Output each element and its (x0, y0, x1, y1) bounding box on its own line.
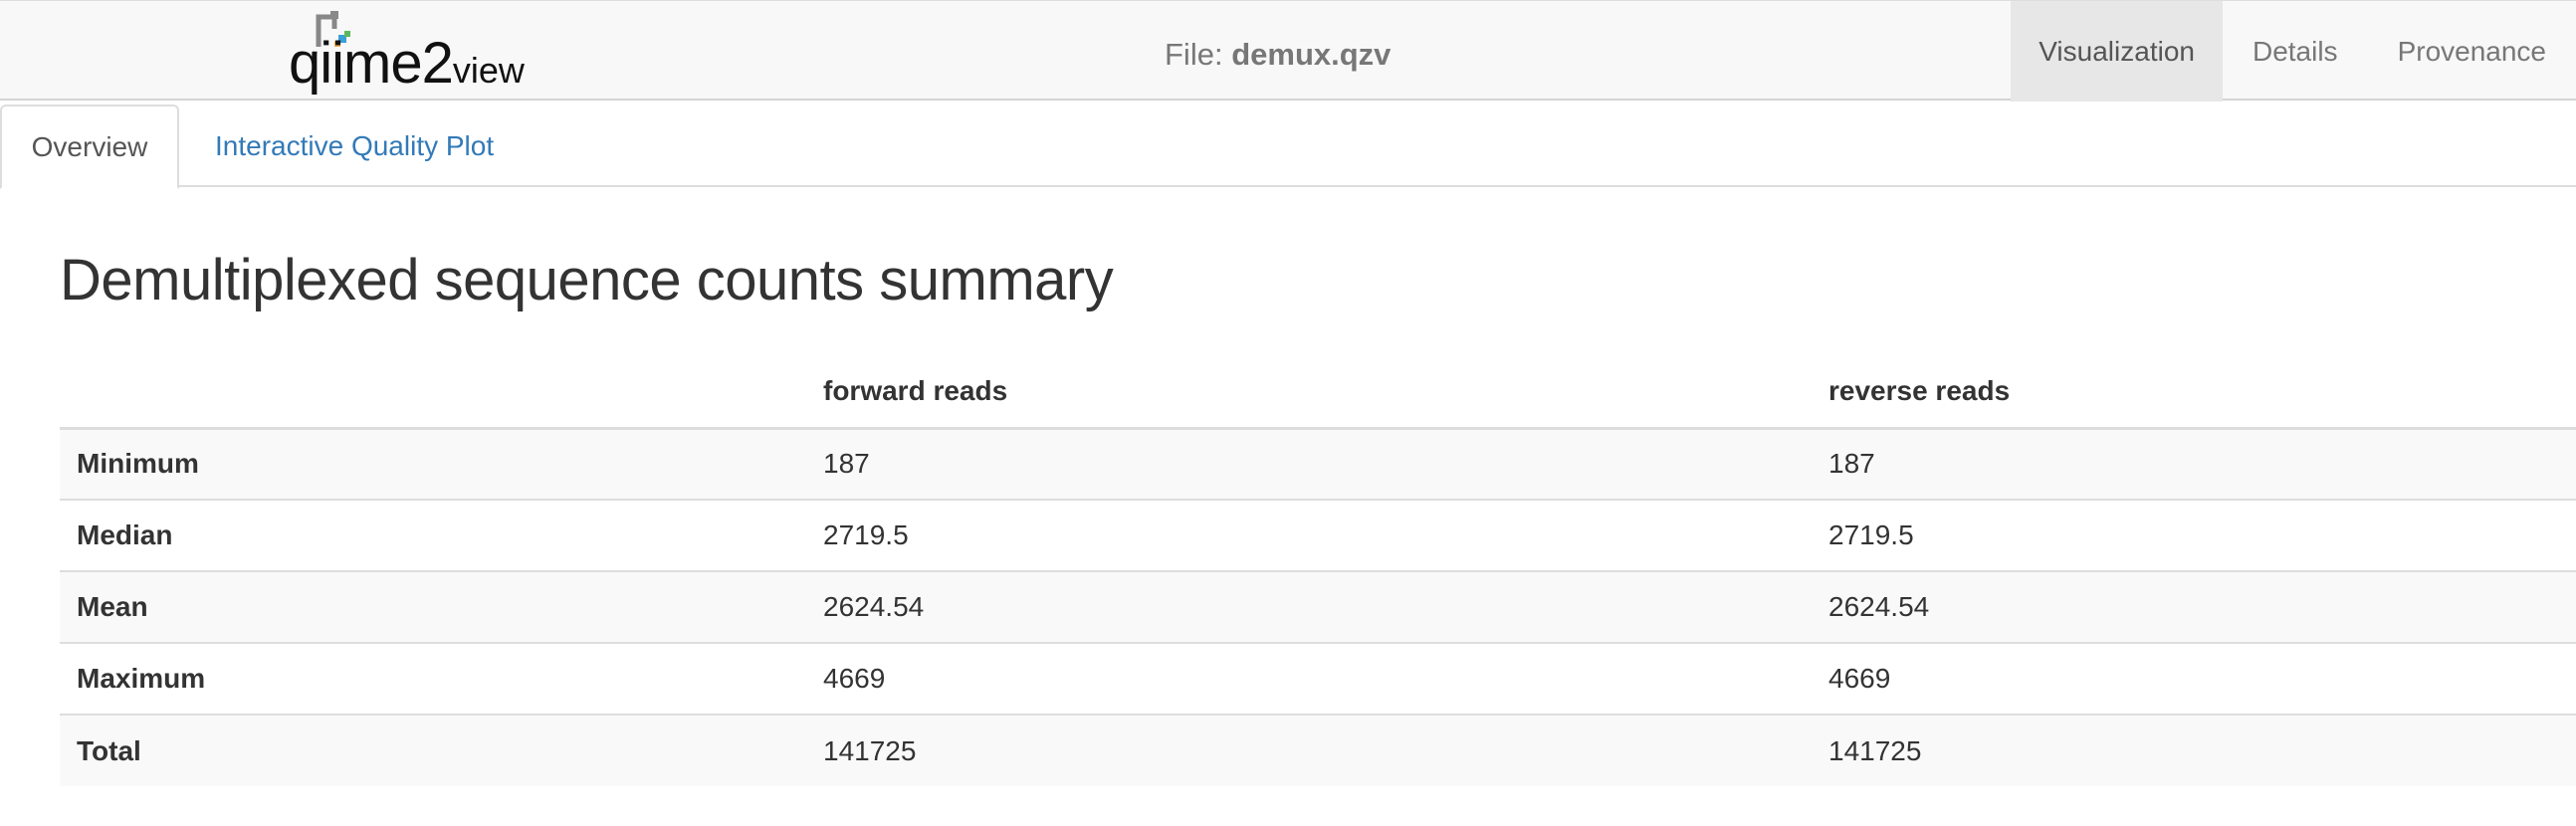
logo-suffix: view (452, 50, 525, 91)
cell-minimum-forward: 187 (806, 427, 1812, 500)
file-label: File: (1165, 37, 1223, 72)
table-header-row: forward reads reverse reads (60, 356, 2576, 430)
logo-prefix: qiime2 (289, 31, 454, 96)
column-header-reverse: reverse reads (1812, 356, 2576, 430)
row-label-maximum: Maximum (60, 642, 806, 715)
file-title: File: demux.qzv (1165, 37, 1391, 73)
table-row: Median 2719.5 2719.5 (60, 499, 2576, 571)
table-row: Total 141725 141725 (60, 714, 2576, 786)
page-title: Demultiplexed sequence counts summary (60, 248, 1114, 312)
nav-tabs: Visualization Details Provenance (2011, 1, 2576, 102)
subtab-interactive-quality-plot[interactable]: Interactive Quality Plot (215, 104, 494, 187)
cell-median-forward: 2719.5 (806, 499, 1812, 571)
cell-total-forward: 141725 (806, 714, 1812, 786)
row-label-median: Median (60, 499, 806, 571)
row-label-minimum: Minimum (60, 427, 806, 500)
tab-provenance[interactable]: Provenance (2368, 1, 2576, 102)
file-name: demux.qzv (1231, 37, 1392, 72)
top-navbar: qiime2view File: demux.qzv Visualization… (0, 0, 2576, 102)
table-row: Maximum 4669 4669 (60, 642, 2576, 715)
subtab-overview[interactable]: Overview (0, 104, 179, 189)
column-header-stat (60, 356, 806, 430)
cell-mean-forward: 2624.54 (806, 570, 1812, 643)
cell-minimum-reverse: 187 (1812, 427, 2576, 500)
row-label-total: Total (60, 714, 806, 786)
column-header-forward: forward reads (806, 356, 1812, 430)
cell-mean-reverse: 2624.54 (1812, 570, 2576, 643)
cell-maximum-forward: 4669 (806, 642, 1812, 715)
sequence-counts-table: forward reads reverse reads Minimum 187 … (60, 356, 2576, 786)
cell-maximum-reverse: 4669 (1812, 642, 2576, 715)
table-row: Mean 2624.54 2624.54 (60, 570, 2576, 643)
tab-details[interactable]: Details (2223, 1, 2368, 102)
row-label-mean: Mean (60, 570, 806, 643)
table-row: Minimum 187 187 (60, 427, 2576, 500)
cell-total-reverse: 141725 (1812, 714, 2576, 786)
cell-median-reverse: 2719.5 (1812, 499, 2576, 571)
tab-visualization[interactable]: Visualization (2011, 1, 2223, 102)
view-subtabs: Overview Interactive Quality Plot (0, 101, 2576, 189)
